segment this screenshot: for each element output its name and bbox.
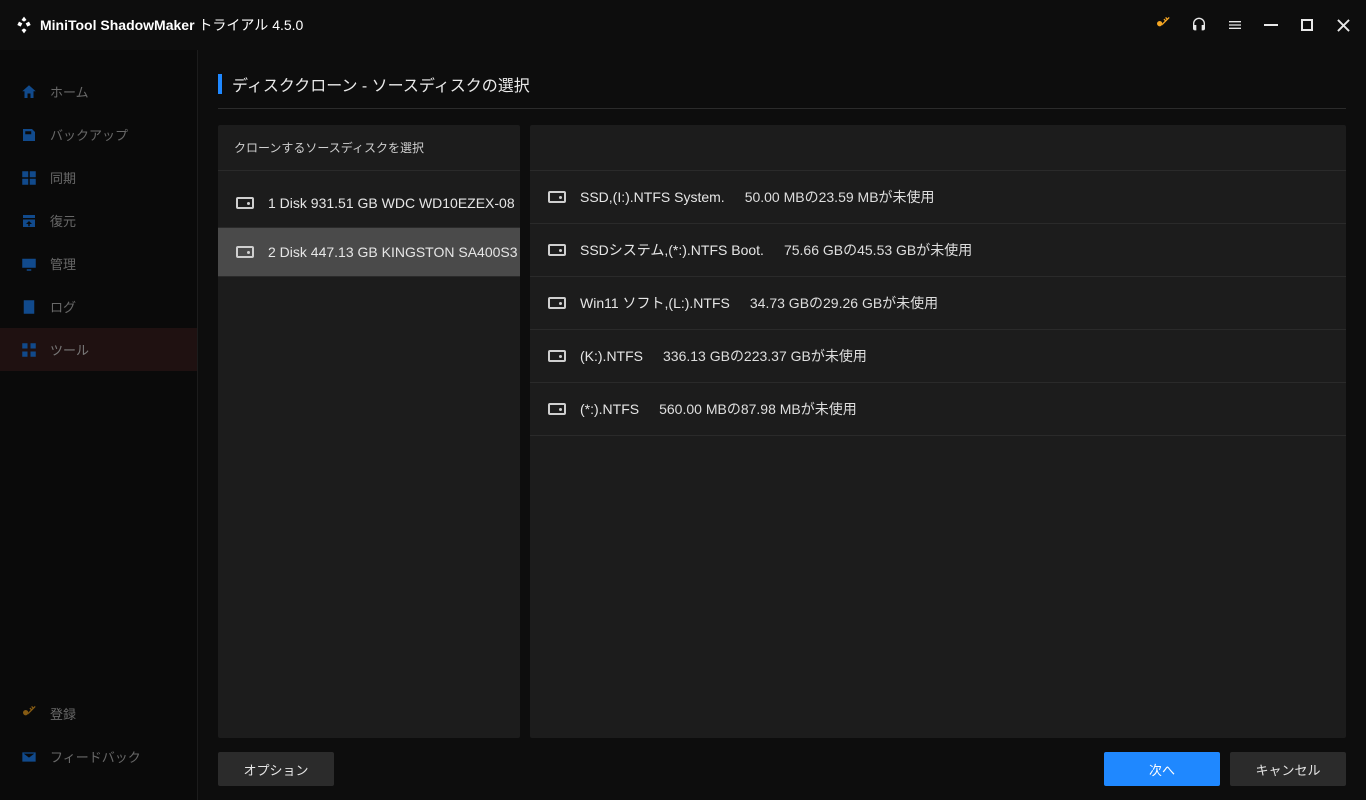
backup-icon [20,126,38,144]
partition-label: SSD,(I:).NTFS System. [580,189,725,205]
sidebar-item-label: ツール [50,340,89,359]
register-key-icon[interactable] [1154,16,1172,34]
menu-icon[interactable] [1226,16,1244,34]
disk-label: 1 Disk 931.51 GB WDC WD10EZEX-08 [268,195,515,211]
sidebar: ホーム バックアップ 同期 復元 管理 ログ ツール [0,50,198,800]
minimize-button[interactable] [1262,16,1280,34]
disk-label: 2 Disk 447.13 GB KINGSTON SA400S3 [268,244,518,260]
home-icon [20,83,38,101]
tools-icon [20,341,38,359]
partition-panel: SSD,(I:).NTFS System. 50.00 MBの23.59 MBが… [530,125,1346,738]
partition-row: (*:).NTFS 560.00 MBの87.98 MBが未使用 [530,383,1346,436]
partition-row: SSD,(I:).NTFS System. 50.00 MBの23.59 MBが… [530,171,1346,224]
page-title: ディスククローン - ソースディスクの選択 [218,72,1346,109]
panel-header-spacer [530,125,1346,171]
partition-label: (*:).NTFS [580,401,639,417]
sidebar-item-label: 管理 [50,254,76,273]
sidebar-item-tools[interactable]: ツール [0,328,197,371]
drive-icon [548,403,566,415]
titlebar: MiniTool ShadowMaker トライアル 4.5.0 [0,0,1366,50]
drive-icon [236,197,254,209]
window-controls [1154,16,1352,34]
sidebar-item-home[interactable]: ホーム [0,70,197,113]
partition-label: SSDシステム,(*:).NTFS Boot. [580,240,764,260]
sidebar-item-sync[interactable]: 同期 [0,156,197,199]
sidebar-item-manage[interactable]: 管理 [0,242,197,285]
log-icon [20,298,38,316]
sidebar-item-label: フィードバック [50,747,141,766]
disk-list: 1 Disk 931.51 GB WDC WD10EZEX-08 2 Disk … [218,171,520,277]
partition-row: SSDシステム,(*:).NTFS Boot. 75.66 GBの45.53 G… [530,224,1346,277]
drive-icon [236,246,254,258]
partition-info: 34.73 GBの29.26 GBが未使用 [750,293,938,313]
drive-icon [548,297,566,309]
sidebar-item-label: ログ [50,297,76,316]
page-title-text: ディスククローン - ソースディスクの選択 [232,72,530,96]
partition-info: 336.13 GBの223.37 GBが未使用 [663,346,867,366]
drive-icon [548,350,566,362]
sidebar-item-backup[interactable]: バックアップ [0,113,197,156]
sidebar-item-label: 登録 [50,704,76,723]
partition-label: (K:).NTFS [580,348,643,364]
partition-info: 560.00 MBの87.98 MBが未使用 [659,399,857,419]
app-logo-icon [14,15,34,35]
headphone-icon[interactable] [1190,16,1208,34]
sidebar-item-log[interactable]: ログ [0,285,197,328]
sidebar-item-label: 同期 [50,168,76,187]
sidebar-item-restore[interactable]: 復元 [0,199,197,242]
app-logo: MiniTool ShadowMaker トライアル 4.5.0 [14,15,303,35]
footer: オプション 次へ キャンセル [218,738,1346,786]
sidebar-item-label: バックアップ [50,125,128,144]
sidebar-item-feedback[interactable]: フィードバック [0,735,197,778]
sidebar-item-register[interactable]: 登録 [0,692,197,735]
sidebar-item-label: ホーム [50,82,89,101]
restore-icon [20,212,38,230]
app-title: MiniTool ShadowMaker トライアル 4.5.0 [40,15,303,35]
main-content: ディスククローン - ソースディスクの選択 クローンするソースディスクを選択 1… [198,50,1366,800]
key-icon [20,705,38,723]
partition-info: 50.00 MBの23.59 MBが未使用 [745,187,935,207]
accent-bar [218,74,222,94]
partition-row: Win11 ソフト,(L:).NTFS 34.73 GBの29.26 GBが未使… [530,277,1346,330]
drive-icon [548,244,566,256]
maximize-button[interactable] [1298,16,1316,34]
sync-icon [20,169,38,187]
disk-row[interactable]: 2 Disk 447.13 GB KINGSTON SA400S3 [218,228,520,277]
partition-label: Win11 ソフト,(L:).NTFS [580,293,730,313]
options-button[interactable]: オプション [218,752,334,786]
partition-info: 75.66 GBの45.53 GBが未使用 [784,240,972,260]
mail-icon [20,748,38,766]
close-button[interactable] [1334,16,1352,34]
cancel-button[interactable]: キャンセル [1230,752,1346,786]
partition-row: (K:).NTFS 336.13 GBの223.37 GBが未使用 [530,330,1346,383]
next-button[interactable]: 次へ [1104,752,1220,786]
disk-row[interactable]: 1 Disk 931.51 GB WDC WD10EZEX-08 [218,179,520,228]
source-disk-panel: クローンするソースディスクを選択 1 Disk 931.51 GB WDC WD… [218,125,520,738]
sidebar-item-label: 復元 [50,211,76,230]
manage-icon [20,255,38,273]
panel-header: クローンするソースディスクを選択 [218,125,520,171]
drive-icon [548,191,566,203]
